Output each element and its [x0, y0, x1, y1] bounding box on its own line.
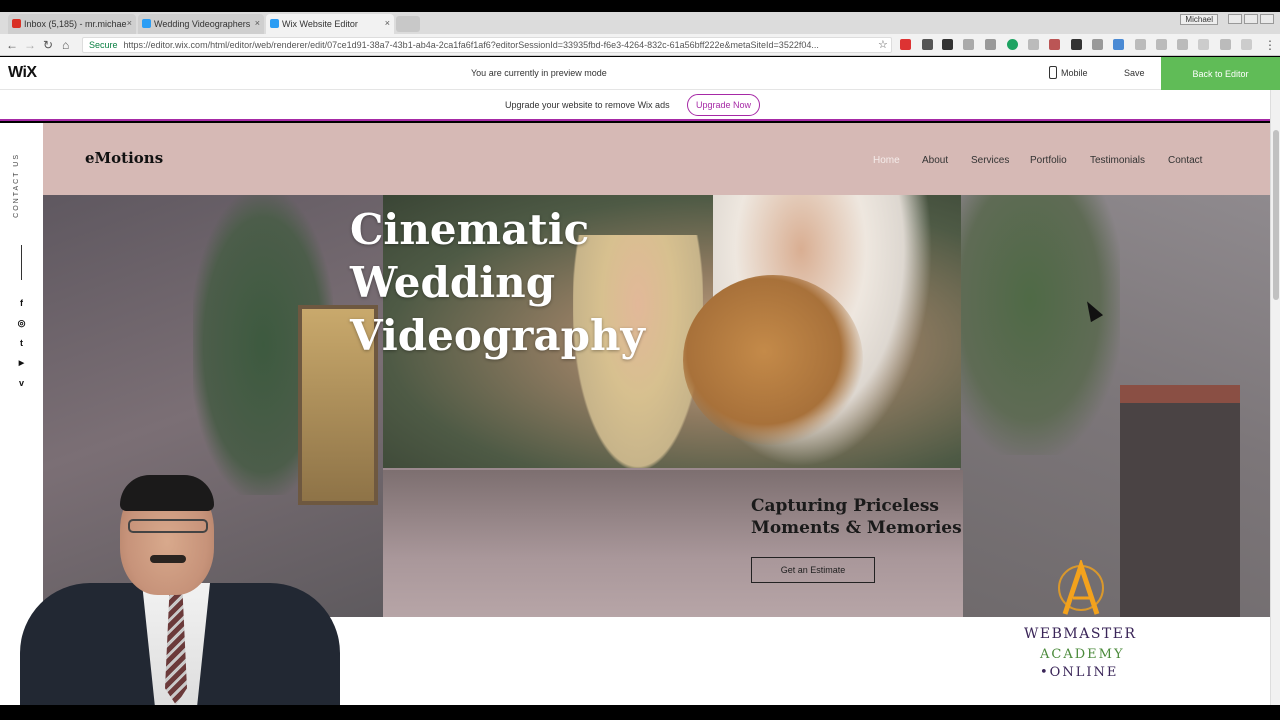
hero-title-line: Videography [350, 311, 645, 360]
mobile-view-button[interactable]: Mobile [1049, 66, 1088, 79]
hero-title: Cinematic Wedding Videography [350, 203, 645, 362]
academy-logo-icon [1058, 560, 1104, 615]
mobile-label: Mobile [1061, 67, 1088, 78]
close-icon[interactable]: × [127, 18, 132, 28]
extension-icon[interactable] [900, 39, 911, 50]
wix-favicon-icon [270, 19, 279, 28]
extension-icon[interactable] [985, 39, 996, 50]
extension-icon[interactable] [1241, 39, 1252, 50]
gmail-icon [12, 19, 21, 28]
url-text: https://editor.wix.com/html/editor/web/r… [123, 40, 819, 50]
minimize-icon[interactable] [1228, 14, 1242, 24]
extension-icon[interactable] [1007, 39, 1018, 50]
dog-figure [683, 275, 863, 445]
nav-testimonials[interactable]: Testimonials [1090, 155, 1145, 166]
mobile-phone-icon [1049, 66, 1057, 79]
save-button[interactable]: Save [1124, 68, 1145, 78]
bookmark-star-icon[interactable]: ☆ [878, 38, 888, 51]
presenter-webcam-overlay [20, 475, 340, 713]
get-estimate-button[interactable]: Get an Estimate [751, 557, 875, 583]
browser-menu-icon[interactable]: ⋮ [1264, 38, 1276, 52]
extension-icon[interactable] [1156, 39, 1167, 50]
vimeo-icon[interactable]: v [16, 378, 27, 389]
extension-icon[interactable] [1198, 39, 1209, 50]
presenter-mustache [150, 555, 186, 563]
maximize-icon[interactable] [1244, 14, 1258, 24]
forward-icon[interactable]: → [24, 38, 36, 52]
academy-text: ACADEMY [1040, 647, 1125, 662]
extension-icon[interactable] [1071, 39, 1082, 50]
upgrade-message: Upgrade your website to remove Wix ads [505, 100, 670, 110]
page-scrollbar[interactable] [1270, 90, 1280, 705]
presenter-hair [120, 475, 214, 511]
twitter-icon[interactable]: t [16, 338, 27, 349]
back-to-editor-button[interactable]: Back to Editor [1161, 57, 1280, 90]
nav-contact[interactable]: Contact [1168, 155, 1202, 166]
facebook-icon[interactable]: f [16, 298, 27, 309]
site-brand[interactable]: eMotions [85, 149, 163, 167]
browser-address-bar: ← → ↻ ⌂ Secure https://editor.wix.com/htm… [0, 34, 1280, 56]
nav-about[interactable]: About [922, 155, 948, 166]
academy-text: •ONLINE [1040, 665, 1119, 680]
browser-tab-bar: Inbox (5,185) - mr.michae × Wedding Vide… [0, 12, 1280, 34]
instagram-icon[interactable]: ◎ [16, 318, 27, 329]
preview-mode-text: You are currently in preview mode [471, 68, 607, 78]
top-black-strip [0, 0, 1280, 12]
extension-icon[interactable] [1220, 39, 1231, 50]
wix-logo: WiX [8, 64, 37, 81]
nav-portfolio[interactable]: Portfolio [1030, 155, 1067, 166]
tab-title: Inbox (5,185) - mr.michae [24, 19, 127, 29]
tab-wix-editor[interactable]: Wix Website Editor × [266, 14, 394, 34]
home-icon[interactable]: ⌂ [62, 38, 69, 52]
contact-us-link[interactable]: CONTACT US [13, 153, 20, 218]
site-header: eMotions Home About Services Portfolio T… [43, 123, 1270, 195]
tagline-line: Capturing Priceless [751, 496, 940, 516]
hero-title-line: Wedding [350, 258, 556, 307]
secure-label: Secure [89, 40, 118, 50]
hero-tagline: Capturing Priceless Moments & Memories [751, 495, 962, 539]
scrollbar-thumb[interactable] [1273, 130, 1279, 300]
close-icon[interactable]: × [255, 18, 260, 28]
tagline-line: Moments & Memories [751, 518, 962, 538]
tab-title: Wix Website Editor [282, 19, 358, 29]
profile-button[interactable]: Michael [1180, 14, 1218, 25]
rail-divider [21, 245, 22, 280]
extension-icon[interactable] [1113, 39, 1124, 50]
tab-title: Wedding Videographers [154, 19, 251, 29]
youtube-icon[interactable]: ▶ [16, 358, 27, 369]
close-window-icon[interactable] [1260, 14, 1274, 24]
tab-gmail[interactable]: Inbox (5,185) - mr.michae × [8, 14, 136, 34]
hero-fireplace [1120, 385, 1240, 617]
url-input[interactable]: Secure https://editor.wix.com/html/editor… [82, 37, 892, 53]
extension-icon[interactable] [942, 39, 953, 50]
extension-icon[interactable] [963, 39, 974, 50]
reload-icon[interactable]: ↻ [43, 38, 53, 52]
wix-preview-bar: WiX You are currently in preview mode Mo… [0, 57, 1280, 90]
hero-title-line: Cinematic [350, 205, 590, 254]
extension-icon[interactable] [1049, 39, 1060, 50]
extension-icon[interactable] [1135, 39, 1146, 50]
hero-foliage [940, 195, 1120, 455]
close-icon[interactable]: × [385, 18, 390, 28]
upgrade-now-button[interactable]: Upgrade Now [687, 94, 761, 116]
new-tab-button[interactable] [396, 16, 420, 32]
nav-home[interactable]: Home [873, 155, 900, 166]
bottom-black-strip [0, 705, 1280, 720]
extension-icon[interactable] [1028, 39, 1039, 50]
upgrade-banner: Upgrade your website to remove Wix ads U… [0, 90, 1270, 121]
wix-favicon-icon [142, 19, 151, 28]
extension-icon[interactable] [922, 39, 933, 50]
academy-text: WEBMASTER [1024, 626, 1137, 642]
presenter-glasses [128, 519, 208, 533]
window-controls [1228, 14, 1274, 24]
tab-wedding-videographers[interactable]: Wedding Videographers × [138, 14, 264, 34]
nav-services[interactable]: Services [971, 155, 1009, 166]
hero-patio [383, 470, 963, 617]
extension-icon[interactable] [1092, 39, 1103, 50]
extension-icon[interactable] [1177, 39, 1188, 50]
back-icon[interactable]: ← [6, 38, 18, 52]
